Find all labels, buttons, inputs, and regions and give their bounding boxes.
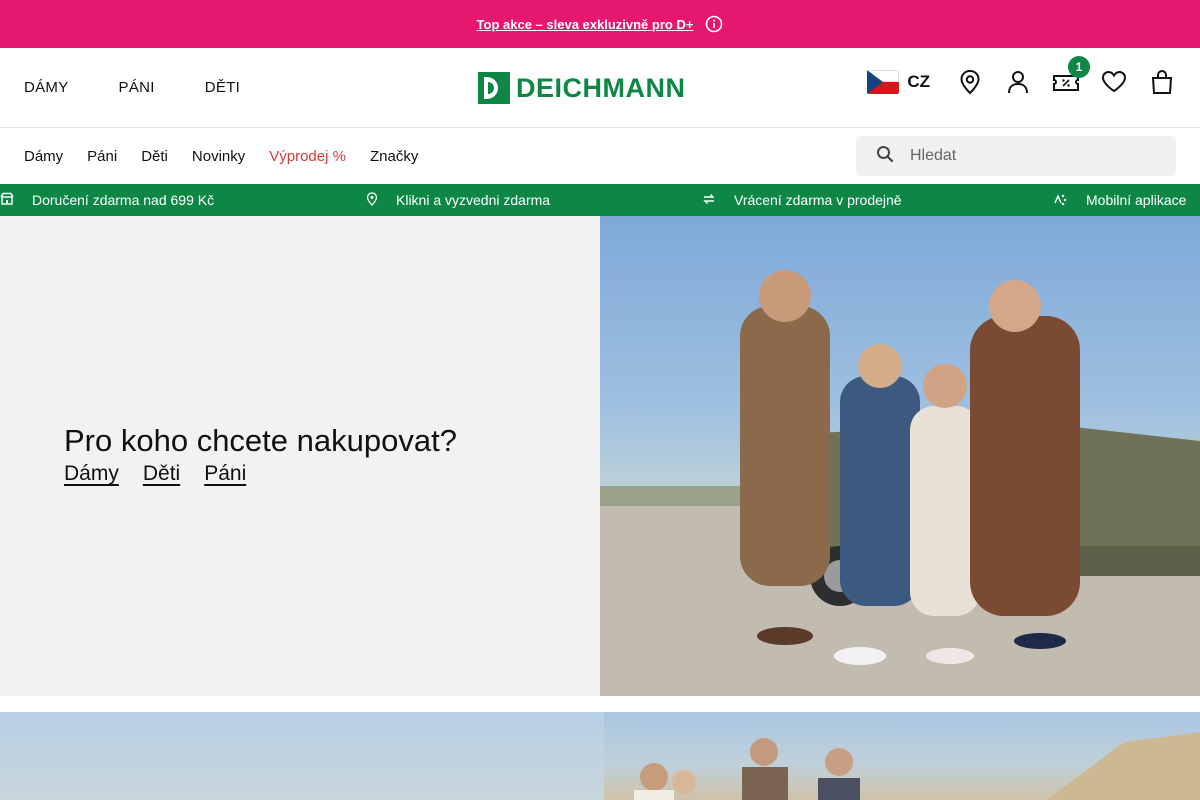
hero-link-men[interactable]: Páni [204, 462, 246, 486]
secondary-banner[interactable] [0, 712, 1200, 800]
country-code: CZ [907, 72, 930, 91]
account-icon[interactable] [1004, 68, 1032, 96]
hero-title: Pro koho chcete nakupovat? [64, 423, 457, 458]
usp-bar: Doručení zdarma nad 699 Kč Klikni a vyzv… [0, 184, 1200, 216]
top-nav-kids[interactable]: DĚTI [205, 79, 240, 96]
hero-family-photo[interactable] [600, 216, 1200, 696]
hero-links: Dámy Děti Páni [64, 462, 246, 486]
hero-text-panel: Pro koho chcete nakupovat? Dámy Děti Pán… [0, 216, 600, 696]
location-icon [366, 191, 378, 209]
coupons-icon[interactable]: 1 [1052, 56, 1090, 96]
search-input[interactable] [910, 147, 1130, 165]
country-selector[interactable]: CZ [867, 70, 930, 94]
category-nav: Dámy Páni Děti Novinky Výprodej % Značky [0, 128, 1200, 184]
usp-item-app: Mobilní aplikace [1052, 184, 1186, 216]
hero-link-kids[interactable]: Děti [143, 462, 180, 486]
return-icon [702, 192, 716, 209]
usp-text: Doručení zdarma nad 699 Kč [32, 192, 215, 208]
logo-wordmark: DEICHMANN [516, 72, 686, 103]
usp-text: Vrácení zdarma v prodejně [734, 192, 902, 208]
cat-new[interactable]: Novinky [192, 148, 245, 165]
top-nav-women[interactable]: DÁMY [24, 79, 69, 96]
info-icon[interactable] [705, 15, 723, 33]
cat-men[interactable]: Páni [87, 148, 117, 165]
coupon-count-badge: 1 [1068, 56, 1090, 78]
search-icon[interactable] [876, 145, 894, 168]
promo-link[interactable]: Top akce – sleva exkluzivně pro D+ [477, 17, 694, 32]
cat-brands[interactable]: Značky [370, 148, 418, 165]
store-locator-icon[interactable] [956, 68, 984, 96]
usp-text: Klikni a vyzvedni zdarma [396, 192, 551, 208]
wishlist-heart-icon[interactable] [1100, 68, 1128, 96]
app-icon [1052, 192, 1068, 209]
hero-photo-illustration [600, 270, 1200, 696]
site-header: DÁMY PÁNI DĚTI DEICHMANN CZ 1 [0, 48, 1200, 128]
usp-text: Mobilní aplikace [1086, 192, 1187, 208]
store-icon [0, 192, 14, 209]
usp-item-returns: Vrácení zdarma v prodejně [702, 184, 902, 216]
top-nav-men[interactable]: PÁNI [119, 79, 155, 96]
secondary-banner-left [0, 712, 604, 800]
cat-sale[interactable]: Výprodej % [269, 148, 346, 165]
search-box [856, 136, 1176, 176]
usp-item-delivery: Doručení zdarma nad 699 Kč [0, 184, 214, 216]
usp-item-click-collect: Klikni a vyzvedni zdarma [366, 184, 550, 216]
header-actions: CZ 1 [867, 56, 1176, 96]
secondary-photo-illustration [634, 732, 1200, 800]
hero-link-women[interactable]: Dámy [64, 462, 119, 486]
shopping-bag-icon[interactable] [1148, 68, 1176, 96]
czech-flag-icon [867, 70, 900, 94]
cat-women[interactable]: Dámy [24, 148, 63, 165]
cat-kids[interactable]: Děti [141, 148, 168, 165]
secondary-banner-photo [604, 712, 1200, 800]
logo-mark [478, 72, 510, 104]
hero-section: Pro koho chcete nakupovat? Dámy Děti Pán… [0, 216, 1200, 696]
top-nav: DÁMY PÁNI DĚTI [24, 79, 290, 96]
logo[interactable]: DEICHMANN [478, 72, 686, 104]
promo-bar: Top akce – sleva exkluzivně pro D+ [0, 0, 1200, 48]
